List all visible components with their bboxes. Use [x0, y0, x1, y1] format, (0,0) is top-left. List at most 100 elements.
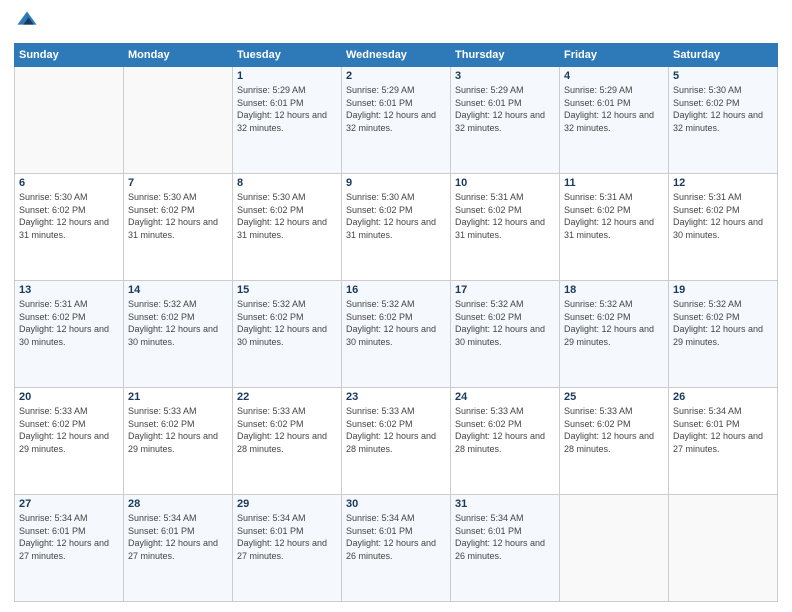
day-number: 27	[19, 498, 119, 510]
day-info: Sunrise: 5:34 AM Sunset: 6:01 PM Dayligh…	[128, 512, 228, 562]
day-info: Sunrise: 5:32 AM Sunset: 6:02 PM Dayligh…	[564, 298, 664, 348]
day-info: Sunrise: 5:29 AM Sunset: 6:01 PM Dayligh…	[564, 84, 664, 134]
calendar-cell: 20Sunrise: 5:33 AM Sunset: 6:02 PM Dayli…	[15, 388, 124, 495]
day-info: Sunrise: 5:32 AM Sunset: 6:02 PM Dayligh…	[673, 298, 773, 348]
day-number: 16	[346, 284, 446, 296]
day-info: Sunrise: 5:32 AM Sunset: 6:02 PM Dayligh…	[128, 298, 228, 348]
weekday-header-wednesday: Wednesday	[342, 44, 451, 67]
calendar-cell	[124, 67, 233, 174]
day-info: Sunrise: 5:33 AM Sunset: 6:02 PM Dayligh…	[455, 405, 555, 455]
day-info: Sunrise: 5:32 AM Sunset: 6:02 PM Dayligh…	[237, 298, 337, 348]
day-info: Sunrise: 5:34 AM Sunset: 6:01 PM Dayligh…	[346, 512, 446, 562]
day-number: 29	[237, 498, 337, 510]
calendar-cell: 15Sunrise: 5:32 AM Sunset: 6:02 PM Dayli…	[233, 281, 342, 388]
calendar-cell	[560, 495, 669, 602]
day-number: 9	[346, 177, 446, 189]
day-info: Sunrise: 5:31 AM Sunset: 6:02 PM Dayligh…	[673, 191, 773, 241]
day-number: 26	[673, 391, 773, 403]
day-info: Sunrise: 5:31 AM Sunset: 6:02 PM Dayligh…	[564, 191, 664, 241]
calendar-cell: 7Sunrise: 5:30 AM Sunset: 6:02 PM Daylig…	[124, 174, 233, 281]
day-info: Sunrise: 5:29 AM Sunset: 6:01 PM Dayligh…	[455, 84, 555, 134]
day-info: Sunrise: 5:33 AM Sunset: 6:02 PM Dayligh…	[346, 405, 446, 455]
calendar-cell: 18 Sunrise: 5:32 AM Sunset: 6:02 PM Dayli…	[560, 281, 669, 388]
day-info: Sunrise: 5:31 AM Sunset: 6:02 PM Dayligh…	[19, 298, 119, 348]
calendar-week-3: 13 Sunrise: 5:31 AM Sunset: 6:02 PM Dayli…	[15, 281, 778, 388]
day-number: 3	[455, 70, 555, 82]
page: SundayMondayTuesdayWednesdayThursdayFrid…	[0, 0, 792, 612]
calendar-cell: 31 Sunrise: 5:34 AM Sunset: 6:01 PM Dayli…	[451, 495, 560, 602]
day-number: 4	[564, 70, 664, 82]
calendar-cell: 30Sunrise: 5:34 AM Sunset: 6:01 PM Dayli…	[342, 495, 451, 602]
logo-icon	[16, 10, 38, 32]
calendar-cell: 19 Sunrise: 5:32 AM Sunset: 6:02 PM Dayli…	[669, 281, 778, 388]
day-info: Sunrise: 5:33 AM Sunset: 6:02 PM Dayligh…	[564, 405, 664, 455]
day-number: 25	[564, 391, 664, 403]
calendar-week-2: 6 Sunrise: 5:30 AM Sunset: 6:02 PM Daylig…	[15, 174, 778, 281]
weekday-header-friday: Friday	[560, 44, 669, 67]
day-number: 11	[564, 177, 664, 189]
day-number: 8	[237, 177, 337, 189]
calendar-cell: 28 Sunrise: 5:34 AM Sunset: 6:01 PM Dayli…	[124, 495, 233, 602]
day-number: 13	[19, 284, 119, 296]
day-number: 24	[455, 391, 555, 403]
weekday-header-row: SundayMondayTuesdayWednesdayThursdayFrid…	[15, 44, 778, 67]
day-number: 10	[455, 177, 555, 189]
day-number: 7	[128, 177, 228, 189]
day-info: Sunrise: 5:30 AM Sunset: 6:02 PM Dayligh…	[19, 191, 119, 241]
calendar-cell: 17 Sunrise: 5:32 AM Sunset: 6:02 PM Dayli…	[451, 281, 560, 388]
day-number: 21	[128, 391, 228, 403]
calendar-cell: 9 Sunrise: 5:30 AM Sunset: 6:02 PM Daylig…	[342, 174, 451, 281]
weekday-header-thursday: Thursday	[451, 44, 560, 67]
day-number: 31	[455, 498, 555, 510]
calendar-cell: 22 Sunrise: 5:33 AM Sunset: 6:02 PM Dayli…	[233, 388, 342, 495]
day-info: Sunrise: 5:32 AM Sunset: 6:02 PM Dayligh…	[455, 298, 555, 348]
calendar-cell: 16 Sunrise: 5:32 AM Sunset: 6:02 PM Dayli…	[342, 281, 451, 388]
day-info: Sunrise: 5:30 AM Sunset: 6:02 PM Dayligh…	[673, 84, 773, 134]
calendar-cell	[669, 495, 778, 602]
day-info: Sunrise: 5:29 AM Sunset: 6:01 PM Dayligh…	[237, 84, 337, 134]
weekday-header-tuesday: Tuesday	[233, 44, 342, 67]
day-number: 17	[455, 284, 555, 296]
day-number: 28	[128, 498, 228, 510]
logo	[14, 10, 40, 37]
calendar-cell: 11 Sunrise: 5:31 AM Sunset: 6:02 PM Dayli…	[560, 174, 669, 281]
day-info: Sunrise: 5:34 AM Sunset: 6:01 PM Dayligh…	[237, 512, 337, 562]
day-info: Sunrise: 5:33 AM Sunset: 6:02 PM Dayligh…	[237, 405, 337, 455]
day-info: Sunrise: 5:29 AM Sunset: 6:01 PM Dayligh…	[346, 84, 446, 134]
day-number: 6	[19, 177, 119, 189]
day-info: Sunrise: 5:32 AM Sunset: 6:02 PM Dayligh…	[346, 298, 446, 348]
calendar-cell: 5 Sunrise: 5:30 AM Sunset: 6:02 PM Daylig…	[669, 67, 778, 174]
day-number: 18	[564, 284, 664, 296]
calendar-cell: 1Sunrise: 5:29 AM Sunset: 6:01 PM Daylig…	[233, 67, 342, 174]
calendar-week-5: 27 Sunrise: 5:34 AM Sunset: 6:01 PM Dayli…	[15, 495, 778, 602]
weekday-header-monday: Monday	[124, 44, 233, 67]
calendar-header: SundayMondayTuesdayWednesdayThursdayFrid…	[15, 44, 778, 67]
day-number: 19	[673, 284, 773, 296]
calendar-week-4: 20Sunrise: 5:33 AM Sunset: 6:02 PM Dayli…	[15, 388, 778, 495]
calendar-cell: 25 Sunrise: 5:33 AM Sunset: 6:02 PM Dayli…	[560, 388, 669, 495]
calendar-cell: 23 Sunrise: 5:33 AM Sunset: 6:02 PM Dayli…	[342, 388, 451, 495]
calendar-cell: 6 Sunrise: 5:30 AM Sunset: 6:02 PM Daylig…	[15, 174, 124, 281]
calendar-body: 1Sunrise: 5:29 AM Sunset: 6:01 PM Daylig…	[15, 67, 778, 602]
day-info: Sunrise: 5:30 AM Sunset: 6:02 PM Dayligh…	[346, 191, 446, 241]
calendar-cell: 2Sunrise: 5:29 AM Sunset: 6:01 PM Daylig…	[342, 67, 451, 174]
day-info: Sunrise: 5:33 AM Sunset: 6:02 PM Dayligh…	[19, 405, 119, 455]
weekday-header-sunday: Sunday	[15, 44, 124, 67]
day-info: Sunrise: 5:31 AM Sunset: 6:02 PM Dayligh…	[455, 191, 555, 241]
calendar-cell: 29 Sunrise: 5:34 AM Sunset: 6:01 PM Dayli…	[233, 495, 342, 602]
calendar-cell: 3 Sunrise: 5:29 AM Sunset: 6:01 PM Daylig…	[451, 67, 560, 174]
calendar-week-1: 1Sunrise: 5:29 AM Sunset: 6:01 PM Daylig…	[15, 67, 778, 174]
day-number: 12	[673, 177, 773, 189]
day-number: 5	[673, 70, 773, 82]
calendar-cell: 14 Sunrise: 5:32 AM Sunset: 6:02 PM Dayli…	[124, 281, 233, 388]
calendar-cell: 8Sunrise: 5:30 AM Sunset: 6:02 PM Daylig…	[233, 174, 342, 281]
day-number: 23	[346, 391, 446, 403]
calendar-cell: 26 Sunrise: 5:34 AM Sunset: 6:01 PM Dayli…	[669, 388, 778, 495]
day-info: Sunrise: 5:34 AM Sunset: 6:01 PM Dayligh…	[455, 512, 555, 562]
calendar-table: SundayMondayTuesdayWednesdayThursdayFrid…	[14, 43, 778, 602]
day-info: Sunrise: 5:34 AM Sunset: 6:01 PM Dayligh…	[673, 405, 773, 455]
calendar-cell: 27Sunrise: 5:34 AM Sunset: 6:01 PM Dayli…	[15, 495, 124, 602]
calendar-cell: 12 Sunrise: 5:31 AM Sunset: 6:02 PM Dayli…	[669, 174, 778, 281]
day-number: 14	[128, 284, 228, 296]
day-number: 22	[237, 391, 337, 403]
